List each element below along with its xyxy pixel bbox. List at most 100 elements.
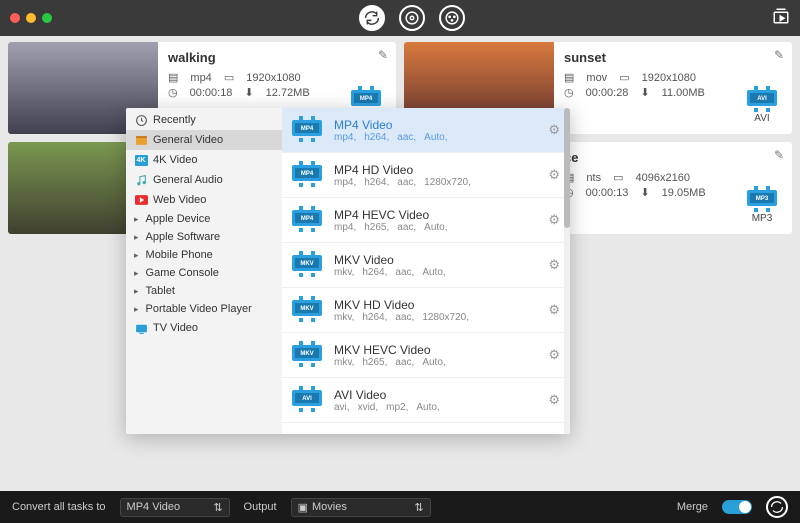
folder-icon: ▣ (298, 501, 308, 514)
sidebar-item-web-video[interactable]: Web Video (126, 190, 282, 210)
svg-text:MP4: MP4 (301, 171, 314, 177)
titlebar (0, 0, 800, 36)
duration: 00:00:13 (586, 187, 629, 199)
format-option[interactable]: MP4MP4 HD Videomp4,h264,aac,1280x720,⚙ (282, 153, 570, 198)
disc-mode-tab[interactable] (399, 5, 425, 31)
close-window-button[interactable] (10, 13, 20, 23)
sidebar-item-tablet[interactable]: Tablet (126, 282, 282, 300)
resolution: 4096x2160 (636, 172, 690, 184)
format-info: MKV HEVC Videomkv,h265,aac,Auto, (334, 343, 538, 368)
filesize: 11.00MB (662, 87, 705, 99)
format-icon: MKV (292, 341, 324, 369)
download-icon: ⬇ (244, 86, 253, 99)
sidebar-item-recently[interactable]: Recently (126, 110, 282, 130)
edit-task-button[interactable]: ✎ (378, 48, 388, 62)
duration: 00:00:28 (586, 87, 629, 99)
updown-icon: ⇅ (414, 501, 423, 514)
sidebar-item-general-video[interactable]: General Video (126, 130, 282, 150)
format-info: MKV Videomkv,h264,aac,Auto, (334, 253, 538, 278)
sidebar-item-label: Tablet (146, 285, 175, 297)
edit-task-button[interactable]: ✎ (774, 48, 784, 62)
web-icon (134, 193, 148, 207)
format-settings-button[interactable]: ⚙ (548, 302, 560, 318)
format-settings-button[interactable]: ⚙ (548, 257, 560, 273)
sidebar-item-4k-video[interactable]: 4K4K Video (126, 150, 282, 170)
format-option[interactable]: MKV MKV HEVC Videomkv,h265,aac,Auto, ⚙ (282, 333, 570, 378)
clock-icon: ◷ (564, 86, 574, 99)
device-format-icon: MP3 (747, 187, 777, 211)
format-settings-button[interactable]: ⚙ (548, 212, 560, 228)
top-mode-tabs (359, 5, 465, 31)
format-name: MKV HEVC Video (334, 343, 538, 357)
resolution: 1920x1080 (642, 72, 696, 84)
sidebar-item-apple-software[interactable]: Apple Software (126, 228, 282, 246)
output-label: Output (244, 501, 277, 513)
format-settings-button[interactable]: ⚙ (548, 122, 560, 138)
target-format-button[interactable]: AVI AVI (742, 87, 782, 124)
media-mode-tab[interactable] (439, 5, 465, 31)
sidebar-item-tv-video[interactable]: TV Video (126, 318, 282, 338)
output-folder-select[interactable]: ▣Movies ⇅ (291, 498, 431, 517)
sidebar-item-label: TV Video (153, 322, 198, 334)
format-option[interactable]: MKVMKV HD Videomkv,h264,aac,1280x720,⚙ (282, 288, 570, 333)
merge-label: Merge (677, 501, 708, 513)
file-type-icon: ▤ (168, 71, 178, 84)
sidebar-item-portable-video-player[interactable]: Portable Video Player (126, 300, 282, 318)
svg-text:MP4: MP4 (301, 216, 314, 222)
svg-text:MP4: MP4 (301, 126, 314, 132)
filesize: 19.05MB (662, 187, 706, 199)
minimize-window-button[interactable] (26, 13, 36, 23)
file-type: mp4 (190, 72, 211, 84)
sidebar-item-label: Web Video (153, 194, 206, 206)
duration: 00:00:18 (190, 87, 233, 99)
format-specs: mp4,h264,aac,1280x720, (334, 177, 538, 188)
sidebar-item-apple-device[interactable]: Apple Device (126, 210, 282, 228)
format-name: MKV Video (334, 253, 538, 267)
sidebar-item-label: Apple Device (146, 213, 211, 225)
download-icon: ⬇ (640, 186, 649, 199)
sidebar-item-label: Game Console (146, 267, 219, 279)
format-settings-button[interactable]: ⚙ (548, 392, 560, 408)
format-info: MKV HD Videomkv,h264,aac,1280x720, (334, 298, 538, 323)
format-info: AVI Videoavi,xvid,mp2,Auto, (334, 388, 538, 413)
format-category-sidebar: Recently General Video4K4K VideoGeneral A… (126, 108, 282, 434)
start-convert-button[interactable] (766, 496, 788, 518)
media-library-icon[interactable] (772, 7, 790, 30)
format-settings-button[interactable]: ⚙ (548, 167, 560, 183)
format-icon: MP4 (292, 116, 324, 144)
svg-text:AVI: AVI (302, 396, 312, 402)
convert-all-format-select[interactable]: MP4 Video ⇅ (120, 498, 230, 517)
target-format-label: AVI (754, 113, 769, 124)
format-icon: AVI (292, 386, 324, 414)
convert-mode-tab[interactable] (359, 5, 385, 31)
format-option[interactable]: AVI AVI Videoavi,xvid,mp2,Auto, ⚙ (282, 378, 570, 423)
sidebar-item-general-audio[interactable]: General Audio (126, 170, 282, 190)
maximize-window-button[interactable] (42, 13, 52, 23)
task-title: ce (564, 150, 782, 165)
format-picker-popup: Recently General Video4K4K VideoGeneral A… (126, 108, 570, 434)
target-format-button[interactable]: MP3MP3 (742, 187, 782, 224)
sidebar-item-label: Recently (153, 114, 196, 126)
format-settings-button[interactable]: ⚙ (548, 347, 560, 363)
sidebar-item-game-console[interactable]: Game Console (126, 264, 282, 282)
edit-task-button[interactable]: ✎ (774, 148, 784, 162)
file-type-icon: ▤ (564, 71, 574, 84)
window-traffic-lights (10, 13, 52, 23)
scrollbar-thumb[interactable] (564, 108, 570, 228)
svg-text:MP4: MP4 (360, 96, 373, 102)
sidebar-item-mobile-phone[interactable]: Mobile Phone (126, 246, 282, 264)
format-option[interactable]: MP4 MP4 Videomp4,h264,aac,Auto, ⚙ (282, 108, 570, 153)
format-option[interactable]: MKVMKV Videomkv,h264,aac,Auto,⚙ (282, 243, 570, 288)
svg-text:MP3: MP3 (756, 196, 769, 202)
merge-toggle[interactable] (722, 500, 752, 514)
format-info: MP4 HEVC Videomp4,h265,aac,Auto, (334, 208, 538, 233)
format-info: MP4 Videomp4,h264,aac,Auto, (334, 118, 538, 143)
format-specs: avi,xvid,mp2,Auto, (334, 402, 538, 413)
format-name: MKV HD Video (334, 298, 538, 312)
sidebar-item-label: Apple Software (146, 231, 221, 243)
format-name: MP4 HEVC Video (334, 208, 538, 222)
format-option[interactable]: MP4 MP4 HEVC Videomp4,h265,aac,Auto, ⚙ (282, 198, 570, 243)
sidebar-item-label: Portable Video Player (146, 303, 252, 315)
svg-text:AVI: AVI (757, 96, 767, 102)
recent-icon (134, 113, 148, 127)
